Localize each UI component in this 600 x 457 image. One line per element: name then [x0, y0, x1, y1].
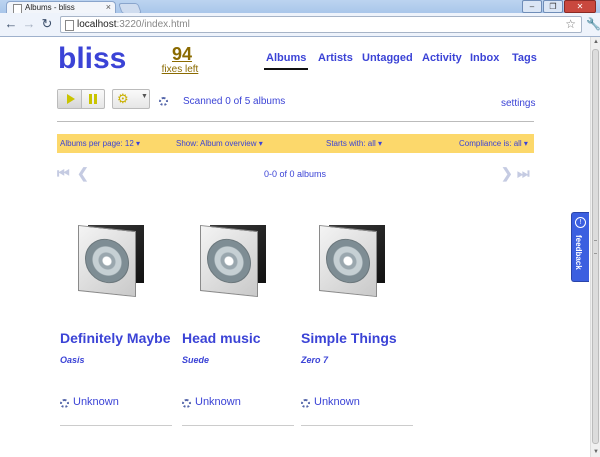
nav-untagged[interactable]: Untagged: [362, 52, 413, 64]
start-button[interactable]: [58, 90, 82, 108]
divider: [182, 425, 294, 426]
fixes-count[interactable]: 94: [165, 44, 199, 65]
reload-icon[interactable]: ↻: [40, 17, 54, 31]
cd-icon: [326, 236, 370, 286]
album-cover[interactable]: [200, 224, 269, 298]
puzzle-icon: ⚙: [117, 91, 129, 106]
browser-toolbar: ← → ↻ localhost:3220/index.html ☆ 🔧: [0, 13, 600, 37]
divider: [57, 121, 534, 122]
window-titlebar: Albums - bliss × – ❐ ✕: [0, 0, 600, 14]
scroll-grip: [594, 240, 597, 254]
pause-icon[interactable]: [89, 94, 92, 104]
fixes-label[interactable]: fixes left: [161, 64, 199, 75]
album-cover[interactable]: [319, 224, 388, 298]
playback-controls: [57, 89, 105, 109]
album-title[interactable]: Simple Things: [301, 330, 397, 346]
url-text[interactable]: localhost:3220/index.html: [77, 19, 190, 30]
feedback-label[interactable]: feedback: [574, 235, 583, 270]
cd-case: [200, 224, 258, 298]
albums-per-page-select[interactable]: Albums per page: 12 ▾: [60, 139, 140, 148]
logo[interactable]: bliss: [58, 42, 126, 76]
play-icon: [67, 94, 75, 104]
scroll-thumb[interactable]: [592, 49, 599, 444]
scan-status: Scanned 0 of 5 albums: [183, 96, 286, 107]
fixes-left-link[interactable]: 94 fixes left: [162, 44, 199, 75]
page-icon: [65, 20, 74, 31]
loading-spinner-icon: [182, 399, 191, 408]
album-status: Unknown: [195, 396, 241, 408]
album-artist[interactable]: Oasis: [60, 355, 85, 365]
loading-spinner-icon: [301, 399, 310, 408]
album-artist[interactable]: Zero 7: [301, 355, 328, 365]
previous-page-icon[interactable]: ❮: [77, 165, 89, 181]
tab-title: Albums - bliss: [25, 3, 75, 12]
compliance-select[interactable]: Compliance is: all ▾: [459, 139, 528, 148]
album-title[interactable]: Definitely Maybe: [60, 330, 170, 346]
nav-albums[interactable]: Albums: [263, 52, 309, 70]
nav-inbox[interactable]: Inbox: [470, 52, 499, 64]
album-status: Unknown: [314, 396, 360, 408]
album-cover[interactable]: [78, 224, 147, 298]
feedback-tab[interactable]: ! feedback: [571, 212, 589, 282]
show-select[interactable]: Show: Album overview ▾: [176, 139, 263, 148]
forward-icon[interactable]: →: [22, 17, 36, 31]
album-title[interactable]: Head music: [182, 330, 261, 346]
chevron-down-icon: ▼: [141, 93, 148, 100]
loading-spinner-icon: [159, 97, 168, 106]
starts-with-select[interactable]: Starts with: all ▾: [326, 139, 382, 148]
settings-link[interactable]: settings: [501, 98, 535, 109]
megaphone-icon: !: [575, 217, 586, 228]
scroll-down-arrow-icon[interactable]: ▼: [592, 449, 600, 455]
loading-spinner-icon: [60, 399, 69, 408]
cd-icon: [85, 236, 129, 286]
scroll-up-arrow-icon[interactable]: ▲: [592, 39, 600, 45]
back-icon[interactable]: ←: [4, 17, 18, 31]
filter-bar: Albums per page: 12 ▾ Show: Album overvi…: [57, 134, 534, 153]
divider: [60, 425, 172, 426]
cd-case: [319, 224, 377, 298]
album-status: Unknown: [73, 396, 119, 408]
nav-artists[interactable]: Artists: [318, 52, 353, 64]
plugins-dropdown-button[interactable]: ⚙ ▼: [112, 89, 150, 109]
minimize-button[interactable]: –: [522, 0, 542, 13]
nav-tags[interactable]: Tags: [512, 52, 537, 64]
close-window-button[interactable]: ✕: [564, 0, 596, 13]
nav-activity[interactable]: Activity: [422, 52, 462, 64]
tab-close-icon[interactable]: ×: [106, 2, 111, 12]
cd-icon: [207, 236, 251, 286]
divider: [301, 425, 413, 426]
last-page-icon[interactable]: ⏭: [517, 165, 530, 181]
wrench-icon[interactable]: 🔧: [586, 17, 600, 31]
pager-summary: 0-0 of 0 albums: [264, 169, 327, 179]
cd-case: [78, 224, 136, 298]
first-page-icon[interactable]: ⏮: [57, 165, 70, 181]
bookmark-star-icon[interactable]: ☆: [565, 17, 576, 31]
next-page-icon[interactable]: ❯: [501, 165, 513, 181]
scrollbar[interactable]: ▲ ▼: [590, 37, 600, 457]
maximize-button[interactable]: ❐: [543, 0, 563, 13]
album-artist[interactable]: Suede: [182, 355, 209, 365]
address-bar[interactable]: localhost:3220/index.html ☆: [60, 16, 582, 33]
